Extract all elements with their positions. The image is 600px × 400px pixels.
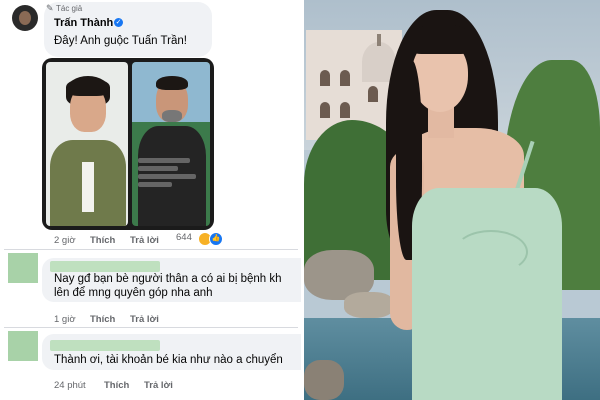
comment-text: Đây! Anh guộc Tuấn Trần!: [54, 35, 187, 47]
attached-image[interactable]: [42, 58, 214, 230]
divider: [4, 249, 298, 250]
author-avatar[interactable]: [12, 5, 38, 31]
redacted-name: [50, 261, 160, 272]
comment-text: Nay gđ bạn bè người thân a có ai bị bệnh…: [54, 273, 282, 285]
reply-button[interactable]: Trả lời: [144, 380, 173, 391]
comment-time[interactable]: 24 phút: [54, 380, 86, 391]
like-button[interactable]: Thích: [104, 380, 129, 391]
redacted-name: [50, 340, 160, 351]
redacted-avatar: [8, 331, 38, 361]
author-name[interactable]: Trấn Thành: [54, 17, 113, 29]
author-badge-label: Tác giả: [56, 4, 83, 13]
green-dress: [412, 188, 562, 400]
like-icon: 👍: [209, 232, 223, 246]
like-button[interactable]: Thích: [90, 314, 115, 325]
reply-button[interactable]: Trả lời: [130, 235, 159, 246]
facebook-comments-screenshot: ✎ Tác giả Trấn Thành ✓ Đây! Anh guộc Tuấ…: [0, 0, 301, 400]
reply-button[interactable]: Trả lời: [130, 314, 159, 325]
verified-icon: ✓: [114, 18, 123, 27]
photo-panel-left: [46, 62, 128, 226]
reaction-count[interactable]: 644: [176, 232, 192, 243]
portrait-photo: [304, 0, 600, 400]
video-overlay: [138, 158, 202, 198]
like-button[interactable]: Thích: [90, 235, 115, 246]
comment-text: lên để mng quyên góp nha anh: [54, 287, 213, 299]
divider: [4, 327, 298, 328]
pen-icon: ✎: [46, 3, 54, 13]
comment-time[interactable]: 1 giờ: [54, 314, 76, 325]
redacted-avatar: [8, 253, 38, 283]
comment-time[interactable]: 2 giờ: [54, 235, 76, 246]
comment-text: Thành ơi, tài khoản bé kia như nào a chu…: [54, 354, 283, 366]
photo-panel-right: [132, 62, 210, 226]
